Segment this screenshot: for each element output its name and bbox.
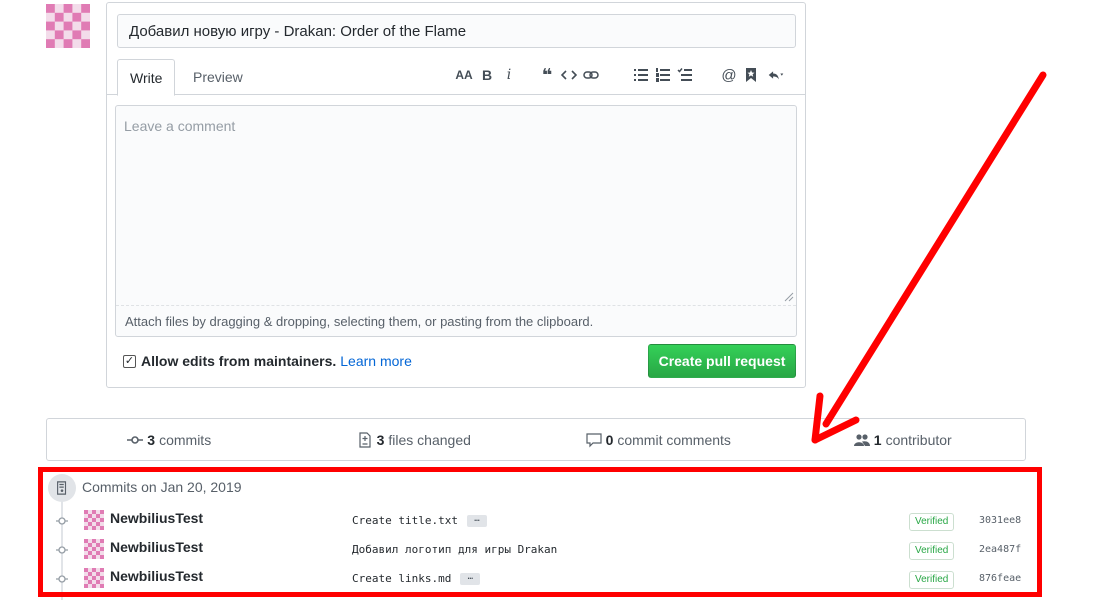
commit-icon: [127, 435, 144, 444]
people-icon: [853, 433, 870, 446]
bullet-list-icon[interactable]: [631, 65, 651, 85]
formatting-toolbar-extra: @: [719, 63, 791, 87]
commits-count: 3: [147, 431, 156, 448]
contributors-stat[interactable]: 1 contributor: [781, 419, 1026, 460]
files-count: 3: [376, 431, 385, 448]
user-avatar[interactable]: [46, 4, 90, 48]
comments-count: 0: [605, 431, 614, 448]
comment-icon: [585, 432, 602, 447]
numbered-list-icon[interactable]: [653, 65, 673, 85]
pr-title-input[interactable]: [117, 14, 796, 48]
file-diff-icon: [358, 431, 371, 448]
text-size-icon[interactable]: AA: [453, 65, 475, 85]
tab-write[interactable]: Write: [117, 59, 176, 96]
bookmark-icon[interactable]: [741, 65, 761, 85]
attach-files-hint[interactable]: Attach files by dragging & dropping, sel…: [116, 305, 796, 336]
allow-edits-label: Allow edits from maintainers.: [141, 353, 337, 369]
link-icon[interactable]: [581, 65, 601, 85]
comment-box: Leave a comment Attach files by dragging…: [115, 105, 797, 337]
files-label: files changed: [388, 431, 471, 448]
files-changed-stat[interactable]: 3 files changed: [292, 419, 537, 460]
comments-label: commit comments: [617, 431, 731, 448]
comment-textarea[interactable]: Leave a comment: [116, 106, 796, 304]
allow-edits-checkbox[interactable]: ✓: [123, 354, 136, 368]
quote-icon[interactable]: ❝: [537, 65, 557, 85]
task-list-icon[interactable]: [675, 65, 695, 85]
bold-icon[interactable]: B: [477, 65, 497, 85]
learn-more-link[interactable]: Learn more: [340, 353, 412, 369]
resize-handle-icon[interactable]: [784, 292, 794, 302]
contributors-count: 1: [873, 431, 882, 448]
formatting-toolbar-text: AA B i: [453, 63, 521, 87]
create-pull-request-button[interactable]: Create pull request: [648, 344, 796, 378]
tab-preview[interactable]: Preview: [181, 59, 255, 96]
commits-stat[interactable]: 3 commits: [47, 419, 292, 460]
code-icon[interactable]: [559, 65, 579, 85]
reply-icon[interactable]: [763, 65, 789, 85]
commit-comments-stat[interactable]: 0 commit comments: [536, 419, 781, 460]
formatting-toolbar-insert: ❝: [537, 63, 603, 87]
commits-label: commits: [159, 431, 212, 448]
contributors-label: contributor: [885, 431, 952, 448]
pull-request-form: Write Preview AA B i ❝ @: [106, 2, 806, 388]
mention-icon[interactable]: @: [719, 65, 739, 85]
allow-edits-option: ✓ Allow edits from maintainers. Learn mo…: [123, 353, 412, 369]
italic-icon[interactable]: i: [499, 65, 519, 85]
annotation-highlight-box: [38, 467, 1042, 597]
comparison-stats-bar: 3 commits 3 files changed 0 commit comme…: [46, 418, 1026, 461]
formatting-toolbar-lists: [631, 63, 697, 87]
